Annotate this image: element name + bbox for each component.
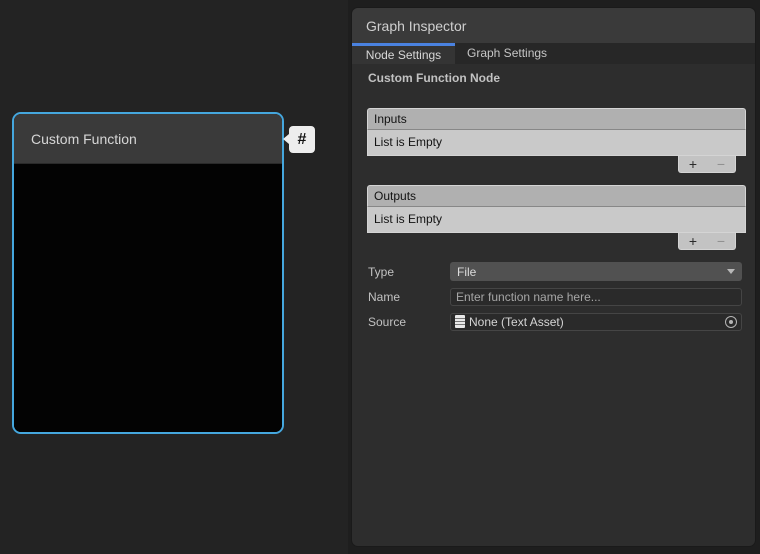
source-row: Source None (Text Asset) <box>368 312 742 331</box>
chevron-down-icon <box>727 269 735 274</box>
inputs-list-empty-row: List is Empty <box>367 130 746 156</box>
hash-badge-label: # <box>298 131 307 149</box>
badge-tail-icon <box>283 134 289 144</box>
outputs-add-button[interactable]: + <box>679 233 707 249</box>
type-dropdown-value: File <box>457 265 476 279</box>
panel-title: Graph Inspector <box>366 18 466 34</box>
outputs-remove-button[interactable]: − <box>707 233 735 249</box>
type-dropdown[interactable]: File <box>450 262 742 281</box>
inspector-tabs: Node Settings Graph Settings <box>352 43 755 64</box>
node-title-bar: Custom Function <box>14 114 282 164</box>
node-title: Custom Function <box>31 131 137 147</box>
source-object-field[interactable]: None (Text Asset) <box>450 313 742 331</box>
node-preview <box>14 164 282 432</box>
inputs-list: Inputs List is Empty + − <box>367 108 746 173</box>
inputs-add-button[interactable]: + <box>679 156 707 172</box>
type-label: Type <box>368 265 450 279</box>
text-asset-icon <box>455 315 465 328</box>
tab-graph-settings[interactable]: Graph Settings <box>455 43 559 64</box>
object-picker-icon[interactable] <box>725 316 737 328</box>
name-row: Name <box>368 287 742 306</box>
node-settings-heading: Custom Function Node <box>368 71 755 85</box>
graph-canvas[interactable]: Custom Function # <box>0 0 348 554</box>
source-object-value: None (Text Asset) <box>469 315 564 329</box>
outputs-list-header: Outputs <box>367 185 746 207</box>
name-input[interactable] <box>450 288 742 306</box>
custom-function-node[interactable]: Custom Function <box>12 112 284 434</box>
hash-badge-button[interactable]: # <box>289 126 315 153</box>
outputs-list: Outputs List is Empty + − <box>367 185 746 250</box>
source-label: Source <box>368 315 450 329</box>
graph-inspector-panel: Graph Inspector Node Settings Graph Sett… <box>352 8 755 546</box>
type-row: Type File <box>368 262 742 281</box>
outputs-list-empty-row: List is Empty <box>367 207 746 233</box>
inputs-list-header: Inputs <box>367 108 746 130</box>
inputs-remove-button[interactable]: − <box>707 156 735 172</box>
inputs-list-footer: + − <box>678 156 736 173</box>
outputs-list-footer: + − <box>678 233 736 250</box>
tab-node-settings[interactable]: Node Settings <box>352 43 455 64</box>
panel-header[interactable]: Graph Inspector <box>352 8 755 43</box>
name-label: Name <box>368 290 450 304</box>
